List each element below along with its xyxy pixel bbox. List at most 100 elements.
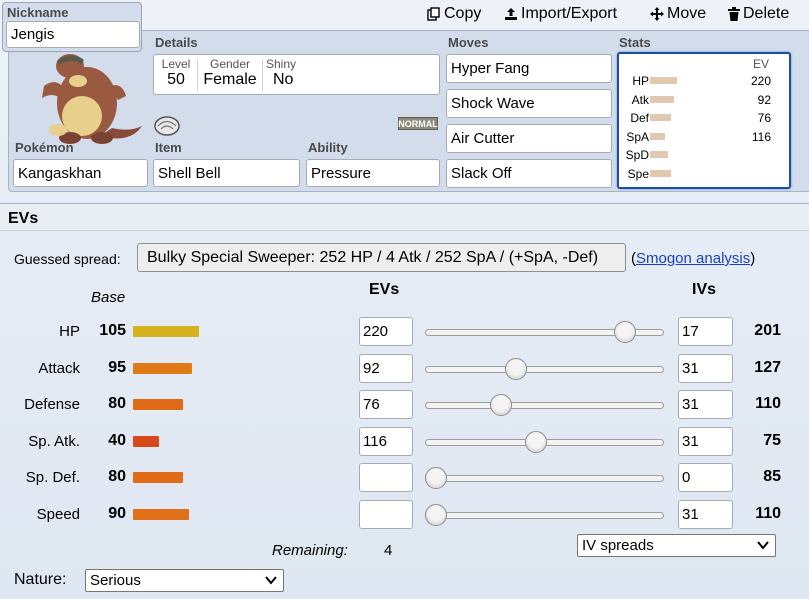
delete-button[interactable]: Delete (728, 5, 789, 23)
ev-input[interactable] (359, 463, 413, 492)
stats-row: HP 220 (619, 74, 789, 88)
level-col: Level 50 (158, 57, 194, 89)
ev-slider-track[interactable] (425, 365, 664, 373)
move-2-input[interactable]: Shock Wave (446, 89, 612, 118)
base-stat-value: 90 (108, 504, 126, 522)
base-stat-bar (133, 326, 199, 337)
iv-spreads-value: IV spreads (582, 537, 654, 554)
base-stat-value: 95 (108, 358, 126, 376)
ev-input[interactable]: 76 (359, 390, 413, 419)
shiny-label: Shiny (266, 57, 297, 71)
shiny-col: Shiny No (266, 57, 300, 89)
ev-slider-thumb[interactable] (525, 430, 547, 453)
ev-input[interactable]: 220 (359, 317, 413, 346)
details-button[interactable]: Level 50 Gender Female Shiny No (153, 54, 440, 95)
stat-ev-value: 220 (750, 74, 771, 88)
base-stat-bar (133, 508, 189, 520)
smogon-analysis-link[interactable]: Smogon analysis (636, 250, 750, 267)
iv-input[interactable]: 31 (678, 499, 733, 529)
stat-name: Speed (36, 505, 80, 523)
stat-bar (650, 151, 668, 158)
move-1-input[interactable]: Hyper Fang (446, 54, 612, 83)
stat-total: 110 (755, 504, 781, 522)
pokemon-sprite[interactable] (30, 48, 145, 148)
ev-slider-thumb[interactable] (425, 467, 447, 489)
ev-stat-row: Sp. Atk. 40 116 31 75 (0, 426, 809, 457)
copy-button[interactable]: Copy (427, 5, 481, 23)
stat-name: Attack (38, 359, 80, 377)
guessed-spread-button[interactable]: Bulky Special Sweeper: 252 HP / 4 Atk / … (137, 243, 626, 272)
ev-input[interactable]: 116 (359, 426, 413, 456)
ev-slider-thumb[interactable] (614, 321, 636, 343)
stats-row: Def 76 (619, 111, 789, 125)
ev-stat-row: Defense 80 76 31 110 (0, 390, 809, 420)
nature-select[interactable]: Serious (85, 569, 284, 592)
import-export-button[interactable]: Import/Export (504, 5, 617, 23)
pokemon-input[interactable]: Kangaskhan (13, 159, 148, 187)
stat-label: Atk (631, 92, 649, 107)
nature-value: Serious (90, 572, 141, 589)
move-4-input[interactable]: Slack Off (446, 159, 612, 188)
ev-slider-track[interactable] (425, 475, 664, 482)
stat-name: Sp. Atk. (28, 432, 80, 450)
stat-total: 127 (754, 358, 781, 376)
gender-col: Gender Female (200, 57, 260, 89)
iv-input[interactable]: 0 (678, 463, 733, 492)
ev-stat-row: Attack 95 92 31 127 (0, 353, 809, 384)
guessed-spread-label: Guessed spread: (14, 251, 121, 267)
base-stat-bar (133, 362, 192, 374)
stat-ev-value: 116 (751, 129, 771, 144)
base-stat-value: 80 (108, 395, 126, 412)
remaining-value: 4 (384, 542, 393, 559)
ev-slider-thumb[interactable] (425, 503, 447, 526)
move-button[interactable]: Move (650, 5, 706, 23)
stats-row: Atk 92 (619, 93, 789, 107)
iv-input[interactable]: 31 (678, 353, 733, 383)
stat-label: Spe (627, 166, 649, 181)
item-input[interactable]: Shell Bell (153, 159, 300, 187)
stat-bar (650, 132, 665, 140)
stat-label: SpA (626, 129, 649, 144)
stat-label: Def (630, 111, 649, 125)
base-stat-value: 105 (99, 322, 126, 339)
base-header: Base (91, 289, 126, 306)
chevron-down-icon (757, 541, 769, 550)
ev-slider-track[interactable] (425, 402, 664, 409)
iv-input[interactable]: 31 (678, 426, 733, 456)
stat-bar (650, 77, 677, 84)
move-icon (650, 7, 664, 21)
stats-row: SpA 116 (619, 130, 789, 144)
ev-slider-thumb[interactable] (505, 357, 527, 380)
evs-column-header: EVs (369, 281, 400, 298)
shell-bell-item-icon (154, 116, 180, 136)
stat-bar (650, 114, 671, 121)
stat-total: 85 (763, 468, 781, 485)
base-stat-bar (133, 435, 159, 447)
import-export-label: Import/Export (521, 5, 618, 22)
ev-slider-thumb[interactable] (490, 394, 512, 416)
move-3-input[interactable]: Air Cutter (446, 124, 612, 153)
iv-input[interactable]: 17 (678, 317, 733, 346)
nature-label: Nature: (14, 571, 67, 588)
stat-name: HP (59, 323, 80, 340)
stat-ev-value: 76 (757, 111, 771, 125)
iv-input[interactable]: 31 (678, 390, 733, 419)
smogon-wrap: (Smogon analysis) (631, 250, 755, 267)
ev-input[interactable]: 92 (359, 353, 413, 383)
copy-label: Copy (444, 5, 482, 22)
stat-total: 201 (754, 322, 781, 339)
gender-value: Female (203, 71, 257, 88)
stats-row: SpD (619, 148, 789, 162)
ev-input[interactable] (359, 499, 413, 529)
nickname-input[interactable]: Jengis (6, 21, 140, 48)
divider (197, 59, 198, 91)
nickname-box: Nickname Jengis (2, 2, 142, 52)
stat-name: Defense (24, 396, 80, 413)
iv-spreads-select[interactable]: IV spreads (577, 534, 776, 557)
trash-icon (728, 7, 740, 21)
stats-label: Stats (619, 35, 651, 50)
ability-input[interactable]: Pressure (306, 159, 440, 187)
ev-slider-track[interactable] (425, 511, 664, 519)
stat-bar (650, 169, 671, 177)
stats-button[interactable]: EV HP 220 Atk 92 Def 76 SpA 116 SpD Spe (617, 52, 791, 189)
